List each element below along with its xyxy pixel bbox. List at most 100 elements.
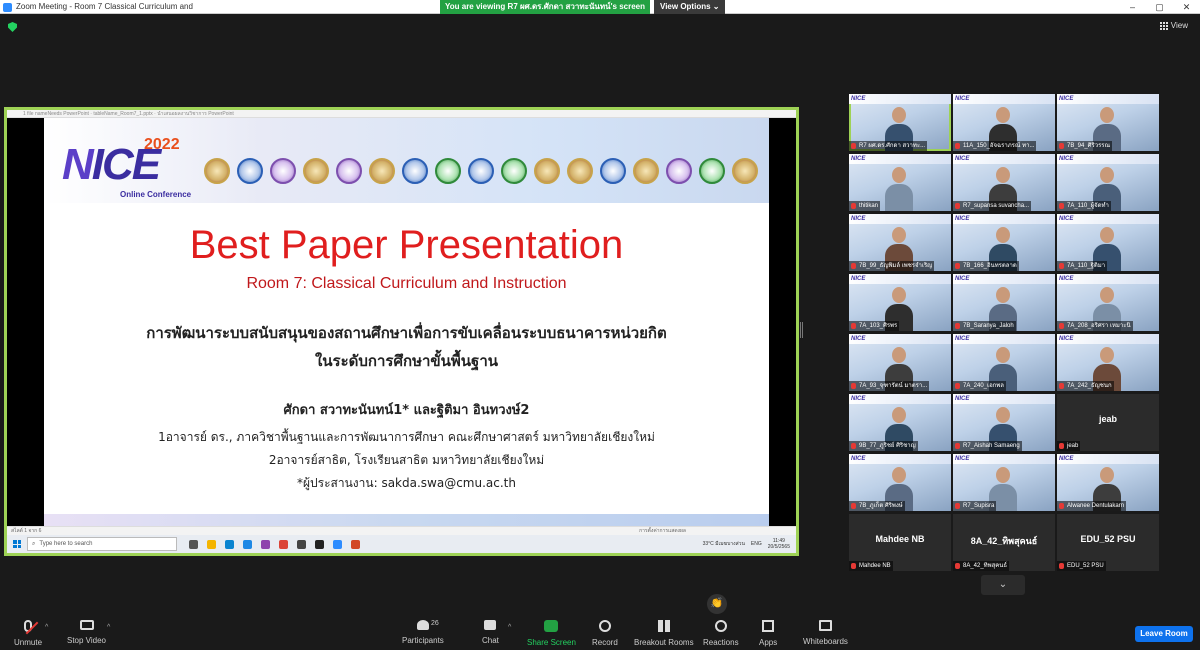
- minimize-button[interactable]: –: [1119, 0, 1146, 14]
- participant-tile[interactable]: jeab jeab: [1057, 394, 1159, 451]
- participant-tile[interactable]: NICE 7B_166_อินทรตลาด: [953, 214, 1055, 271]
- edge-icon[interactable]: [225, 539, 234, 549]
- clapping-reaction-icon: 👏: [707, 594, 727, 614]
- participant-tile[interactable]: NICE 7B_94_ศิริวรรณ: [1057, 94, 1159, 151]
- university-seal-icon: [435, 158, 461, 184]
- participant-name: EDU_52 PSU: [1057, 561, 1106, 571]
- display-settings[interactable]: การตั้งค่าการแสดงผล: [639, 527, 686, 535]
- app-icon[interactable]: [315, 539, 324, 549]
- virtual-background-banner: NICE: [1057, 274, 1159, 284]
- participant-tile[interactable]: NICE 7A_208_อริศรา เหมาะนิ: [1057, 274, 1159, 331]
- participant-name: 7B_166_อินทรตลาด: [953, 261, 1019, 271]
- reactions-button[interactable]: Reactions: [703, 620, 739, 647]
- participant-display-name: EDU_52 PSU: [1080, 534, 1136, 544]
- apps-button[interactable]: Apps: [759, 620, 777, 647]
- gallery-next-page-button[interactable]: ⌄: [981, 575, 1025, 595]
- participant-tile[interactable]: NICE Alwanee Dentulakarn: [1057, 454, 1159, 511]
- paper-title-line2: ในระดับการศึกษาขั้นพื้นฐาน: [314, 352, 499, 370]
- record-button[interactable]: Record: [592, 620, 618, 647]
- participant-display-name: jeab: [1098, 414, 1117, 424]
- virtual-background-banner: NICE: [849, 214, 951, 224]
- participant-tile[interactable]: NICE 7A_240_เอกพล: [953, 334, 1055, 391]
- muted-mic-icon: [955, 203, 960, 209]
- muted-mic-icon: [851, 503, 856, 509]
- virtual-background-banner: NICE: [849, 154, 951, 164]
- screen-share-banner: You are viewing R7 ผศ.ดร.ศักดา สวาทะนันท…: [440, 0, 726, 14]
- participant-tile[interactable]: NICE 7B_Saranya_Jaloh: [953, 274, 1055, 331]
- participant-tile[interactable]: NICE thitikan: [849, 154, 951, 211]
- audio-options-caret-icon[interactable]: ^: [45, 624, 48, 631]
- participant-tile[interactable]: NICE 7A_110_ผู้จัดทำ: [1057, 154, 1159, 211]
- windows-start-icon[interactable]: [13, 540, 21, 548]
- participant-tile[interactable]: NICE R7_Aishah Samaeng: [953, 394, 1055, 451]
- participant-tile[interactable]: NICE 7A_110_ฐิติมา: [1057, 214, 1159, 271]
- participant-tile[interactable]: NICE R7 ผศ.ดร.ศักดา สวาทะ...: [849, 94, 951, 151]
- participant-tile[interactable]: NICE 7A_103_ศิรพร: [849, 274, 951, 331]
- participant-tile[interactable]: NICE R7_supansa suvancha...: [953, 154, 1055, 211]
- taskbar-clock[interactable]: 11:49 20/5/2565: [768, 538, 790, 550]
- muted-mic-icon: [955, 563, 960, 569]
- task-view-icon[interactable]: [189, 539, 198, 549]
- view-button[interactable]: View: [1159, 21, 1188, 30]
- participant-name: 7A_208_อริศรา เหมาะนิ: [1057, 321, 1133, 331]
- file-explorer-icon[interactable]: [207, 539, 216, 549]
- virtual-background-banner: NICE: [849, 94, 951, 104]
- powerpoint-icon[interactable]: [351, 539, 360, 549]
- participant-tile[interactable]: NICE 7A_242_ธัญชนก: [1057, 334, 1159, 391]
- university-seal-icon: [633, 158, 659, 184]
- university-seal-icon: [468, 158, 494, 184]
- participant-display-name: 8A_42_ทิพสุคนธ์: [970, 536, 1038, 546]
- maximize-button[interactable]: ▢: [1146, 0, 1173, 14]
- app-icon[interactable]: [297, 539, 306, 549]
- app-icon[interactable]: [261, 539, 270, 549]
- participant-tile[interactable]: NICE 7B_ภูเก็ต ศิริพงษ์: [849, 454, 951, 511]
- panel-resize-handle[interactable]: [800, 322, 803, 338]
- mail-icon[interactable]: [243, 539, 252, 549]
- chat-options-caret-icon[interactable]: ^: [508, 624, 511, 631]
- breakout-rooms-button[interactable]: Breakout Rooms: [634, 620, 694, 647]
- unmute-button[interactable]: Unmute: [14, 620, 42, 647]
- chat-label: Chat: [482, 636, 499, 645]
- virtual-background-banner: NICE: [953, 274, 1055, 284]
- participant-tile[interactable]: NICE 7A_93_จุฑารัตน์ มาตรา...: [849, 334, 951, 391]
- leave-room-button[interactable]: Leave Room: [1135, 626, 1193, 642]
- paper-authors: ศักดา สวาทะนันทน์1* และฐิติมา อินทวงษ์2: [283, 403, 530, 418]
- close-button[interactable]: ✕: [1173, 0, 1200, 14]
- taskbar-search[interactable]: ⌕ Type here to search: [27, 537, 177, 551]
- chrome-icon[interactable]: [279, 539, 288, 549]
- zoom-taskbar-icon[interactable]: [333, 539, 342, 549]
- partner-logos: [204, 158, 758, 184]
- muted-mic-icon: [955, 503, 960, 509]
- share-screen-label: Share Screen: [527, 638, 576, 647]
- participant-tile[interactable]: NICE 9B_77_ภูริชย์ ศิริชาญ: [849, 394, 951, 451]
- muted-mic-icon: [1059, 503, 1064, 509]
- whiteboards-button[interactable]: Whiteboards: [803, 620, 848, 646]
- stop-video-button[interactable]: Stop Video: [67, 620, 106, 645]
- participants-label: Participants: [402, 636, 444, 645]
- participant-tile[interactable]: NICE R7_Supisra: [953, 454, 1055, 511]
- participant-tile[interactable]: 8A_42_ทิพสุคนธ์ 8A_42_ทิพสุคนธ์: [953, 514, 1055, 571]
- muted-mic-icon: [851, 323, 856, 329]
- university-seal-icon: [369, 158, 395, 184]
- participant-name: 7B_ภูเก็ต ศิริพงษ์: [849, 501, 905, 511]
- participant-tile[interactable]: NICE 11A_150_อัจฉราภรณ์ ทา...: [953, 94, 1055, 151]
- zoom-app-icon: [3, 3, 12, 12]
- participant-tile[interactable]: NICE 7B_99_ธัญพิมล์ เพชรจำเริญ: [849, 214, 951, 271]
- participant-name: 8A_42_ทิพสุคนธ์: [953, 561, 1010, 571]
- virtual-background-banner: NICE: [953, 94, 1055, 104]
- university-seal-icon: [567, 158, 593, 184]
- chat-button[interactable]: Chat: [482, 620, 499, 645]
- weather-label: 33°C มีเมฆบางส่วน: [702, 541, 745, 547]
- participant-name: R7 ผศ.ดร.ศักดา สวาทะ...: [849, 141, 928, 151]
- university-seal-icon: [501, 158, 527, 184]
- muted-microphone-icon: [24, 620, 39, 635]
- video-options-caret-icon[interactable]: ^: [107, 624, 110, 631]
- encryption-shield-icon[interactable]: [8, 22, 17, 32]
- corresponding-author: *ผู้ประสานงาน: sakda.swa@cmu.ac.th: [296, 476, 516, 490]
- view-options-button[interactable]: View Options ⌄: [654, 0, 726, 14]
- participant-tile[interactable]: Mahdee NB Mahdee NB: [849, 514, 951, 571]
- record-label: Record: [592, 638, 618, 647]
- share-screen-button[interactable]: Share Screen: [527, 620, 576, 647]
- participant-tile[interactable]: EDU_52 PSU EDU_52 PSU: [1057, 514, 1159, 571]
- language-indicator[interactable]: ENG: [751, 541, 762, 547]
